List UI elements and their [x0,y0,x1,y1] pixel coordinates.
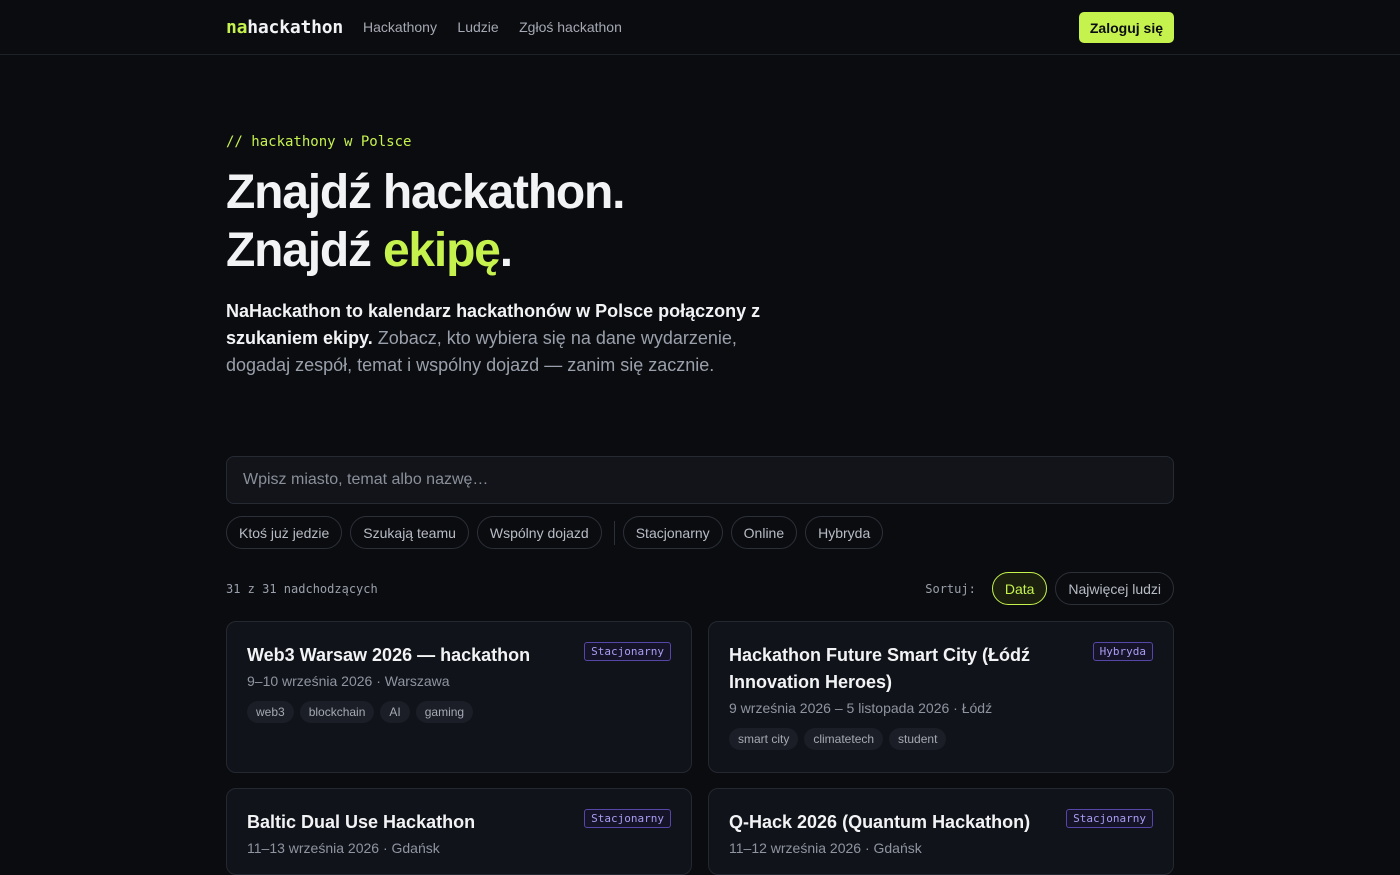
event-tag: gaming [415,701,474,723]
results-count: 31 z 31 nadchodzących [226,582,378,596]
event-title: Baltic Dual Use Hackathon [247,812,476,832]
event-tag: AI [380,701,410,723]
hero-kicker: // hackathony w Polsce [226,134,412,150]
filter-chip-ktos-juz-jedzie[interactable]: Ktoś już jedzie [226,516,343,549]
event-format-badge: Stacjonarny [584,809,671,828]
filter-chip-szukaja-teamu[interactable]: Szukają teamu [350,516,469,549]
event-date-location: 11–13 września 2026 · Gdańsk [247,840,440,856]
hero-description: NaHackathon to kalendarz hackathonów w P… [226,298,766,379]
top-navigation-bar: nahackathon Hackathony Ludzie Zgłoś hack… [0,0,1400,55]
top-navigation-inner: nahackathon Hackathony Ludzie Zgłoś hack… [226,0,1174,55]
event-tags: smart city climatetech student [729,728,1153,756]
event-date-location: 9 września 2026 – 5 listopada 2026 · Łód… [729,700,993,716]
event-tag: student [889,728,947,750]
event-format-badge: Hybryda [1092,642,1153,661]
search-input[interactable] [226,456,1174,504]
event-format-badge: Stacjonarny [584,642,671,661]
event-card[interactable]: Hackathon Future Smart City (Łódź Innova… [708,621,1174,773]
nav-link-hackathony[interactable]: Hackathony [363,19,437,35]
event-title: Hackathon Future Smart City (Łódź Innova… [729,645,1031,692]
event-title: Web3 Warsaw 2026 — hackathon [247,645,531,665]
sort-option-data[interactable]: Data [991,572,1048,605]
login-button[interactable]: Zaloguj się [1078,12,1174,43]
hero-section: // hackathony w Polsce Znajdź hackathon.… [226,134,846,379]
site-logo[interactable]: nahackathon [226,17,343,38]
sort-controls: Sortuj: Data Najwięcej ludzi [925,572,1174,605]
title-line-1: Znajdź hackathon. [226,166,626,219]
event-date-location: 9–10 września 2026 · Warszawa [247,673,450,689]
event-tag: blockchain [299,701,375,723]
page-title: Znajdź hackathon. Znajdź ekipę. [226,164,846,280]
filter-divider [613,520,615,545]
filter-chip-wspolny-dojazd[interactable]: Wspólny dojazd [476,516,602,549]
event-tags: web3 blockchain AI gaming [247,701,671,729]
sort-option-najwiecej-ludzi[interactable]: Najwięcej ludzi [1055,572,1174,605]
title-line-2-accent: ekipę [382,224,501,277]
event-title: Q-Hack 2026 (Quantum Hackathon) [729,812,1031,832]
main-nav: Hackathony Ludzie Zgłoś hackathon [363,19,638,37]
event-date-location: 11–12 września 2026 · Gdańsk [729,840,922,856]
filter-chips: Ktoś już jedzie Szukają teamu Wspólny do… [226,516,891,549]
title-line-2-prefix: Znajdź [226,224,383,277]
filter-chip-online[interactable]: Online [730,516,798,549]
event-format-badge: Stacjonarny [1066,809,1153,828]
event-card[interactable]: Q-Hack 2026 (Quantum Hackathon) Stacjona… [708,788,1174,875]
nav-link-ludzie[interactable]: Ludzie [457,19,498,35]
logo-prefix: na [226,17,248,38]
sort-label: Sortuj: [925,581,976,596]
nav-link-zglos-hackathon[interactable]: Zgłoś hackathon [519,19,622,35]
filter-chip-hybryda[interactable]: Hybryda [805,516,884,549]
filter-chip-stacjonarny[interactable]: Stacjonarny [622,516,723,549]
event-card[interactable]: Baltic Dual Use Hackathon Stacjonarny 11… [226,788,692,875]
event-card[interactable]: Web3 Warsaw 2026 — hackathon Stacjonarny… [226,621,692,773]
event-tag: smart city [729,728,799,750]
event-tag: climatetech [804,728,884,750]
event-tag: web3 [247,701,294,723]
title-line-2-suffix: . [499,224,513,277]
logo-rest: hackathon [247,17,344,38]
